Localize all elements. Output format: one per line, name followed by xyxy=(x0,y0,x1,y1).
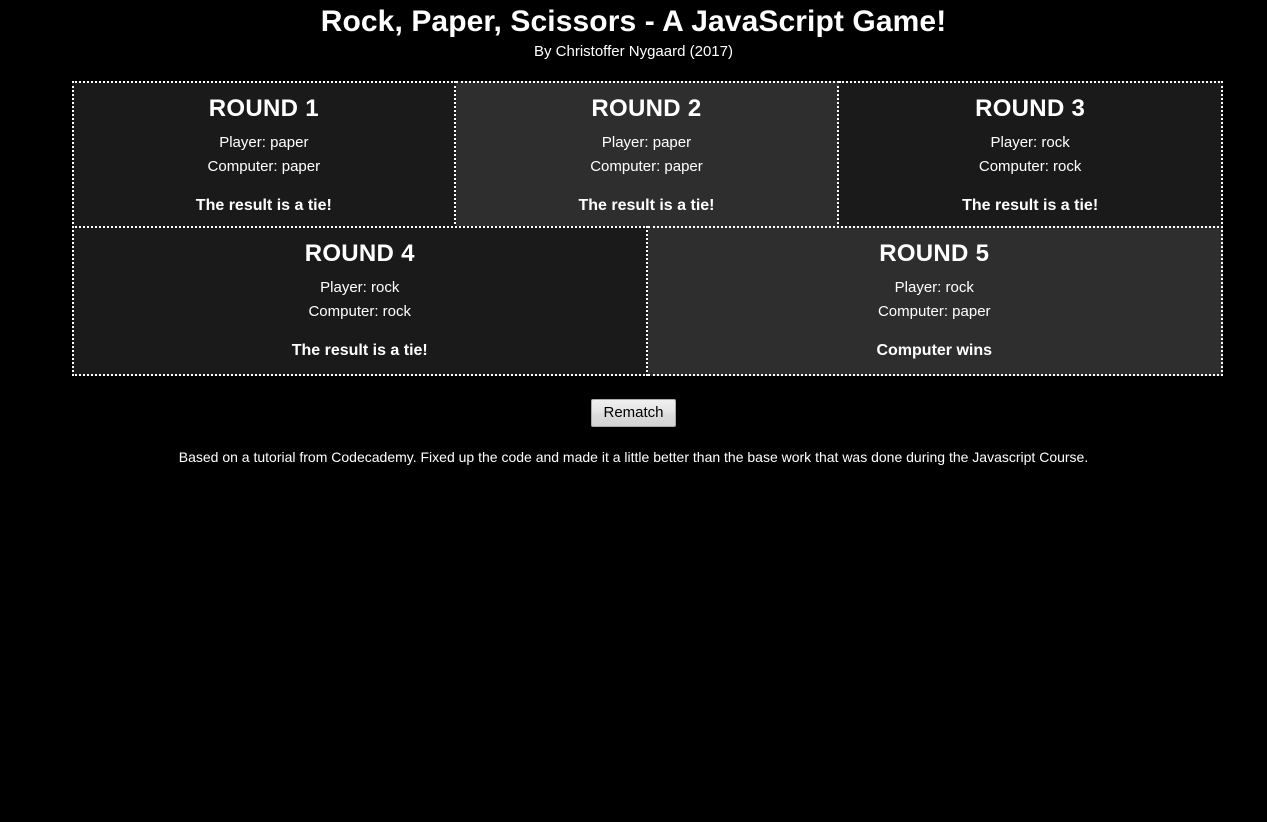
player-choice-line: Player: paper xyxy=(601,134,692,151)
round-result: Computer wins xyxy=(876,342,993,359)
computer-choice-line: Computer: paper xyxy=(590,158,703,175)
scoreboard: ROUND 1 Player: paper Computer: paper Th… xyxy=(72,81,1223,376)
round-card-1: ROUND 1 Player: paper Computer: paper Th… xyxy=(72,81,456,228)
round-result: The result is a tie! xyxy=(291,342,428,359)
round-heading: ROUND 4 xyxy=(304,240,415,267)
player-choice-line: Player: paper xyxy=(219,134,309,151)
player-choice-line: Player: rock xyxy=(894,279,974,296)
footer-credit-note: Based on a tutorial from Codecademy. Fix… xyxy=(178,449,1089,465)
scoreboard-row-2: ROUND 4 Player: rock Computer: rock The … xyxy=(72,226,1223,376)
page-subtitle: By Christoffer Nygaard (2017) xyxy=(534,43,733,60)
scoreboard-row-1: ROUND 1 Player: paper Computer: paper Th… xyxy=(72,81,1223,228)
page-title: Rock, Paper, Scissors - A JavaScript Gam… xyxy=(320,5,947,38)
rematch-button[interactable]: Rematch xyxy=(591,399,676,427)
computer-choice-line: Computer: paper xyxy=(877,303,991,320)
round-card-5: ROUND 5 Player: rock Computer: paper Com… xyxy=(647,226,1223,376)
round-card-3: ROUND 3 Player: rock Computer: rock The … xyxy=(839,81,1223,228)
computer-choice-line: Computer: rock xyxy=(978,158,1082,175)
round-card-2: ROUND 2 Player: paper Computer: paper Th… xyxy=(455,81,840,228)
computer-choice-line: Computer: paper xyxy=(207,158,321,175)
player-choice-line: Player: rock xyxy=(320,279,400,296)
game-page: Rock, Paper, Scissors - A JavaScript Gam… xyxy=(0,0,1267,822)
player-choice-line: Player: rock xyxy=(990,134,1070,151)
round-heading: ROUND 2 xyxy=(591,95,702,122)
round-result: The result is a tie! xyxy=(195,197,332,214)
round-card-4: ROUND 4 Player: rock Computer: rock The … xyxy=(72,226,648,376)
computer-choice-line: Computer: rock xyxy=(308,303,412,320)
round-heading: ROUND 1 xyxy=(208,95,319,122)
round-heading: ROUND 5 xyxy=(879,240,990,267)
round-result: The result is a tie! xyxy=(578,197,715,214)
rematch-button-container: Rematch xyxy=(0,399,1267,427)
round-result: The result is a tie! xyxy=(962,197,1099,214)
round-heading: ROUND 3 xyxy=(975,95,1086,122)
